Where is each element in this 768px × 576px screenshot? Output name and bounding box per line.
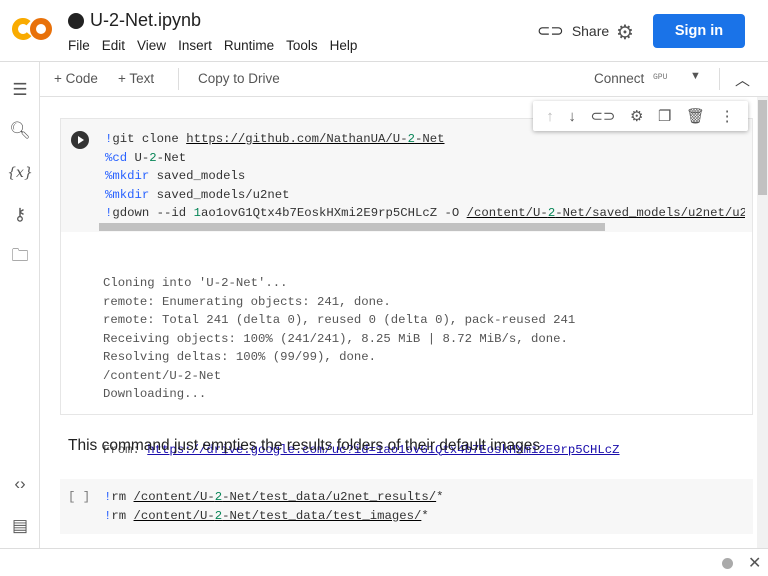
code-token: U- xyxy=(127,150,150,165)
code-line: %mkdir saved_models/u2net xyxy=(105,186,745,205)
code-token: rm xyxy=(111,508,134,523)
code-token: * xyxy=(421,508,429,523)
notebook-toolbar: + Code + Text Copy to Drive Connect GPU … xyxy=(40,62,768,97)
code-token: gdown --id xyxy=(112,206,194,220)
code-token: /content/U- xyxy=(466,206,548,220)
output-line: Resolving deltas: 100% (99/99), done. xyxy=(103,350,377,364)
execution-marker[interactable]: [ ] xyxy=(68,488,90,507)
code-cell[interactable]: !git clone https://github.com/NathanUA/U… xyxy=(60,118,753,531)
table-of-contents-icon[interactable]: ☰ xyxy=(9,79,31,101)
menu-help[interactable]: Help xyxy=(330,38,358,53)
code-token: saved_models xyxy=(149,169,246,183)
output-line: Receiving objects: 100% (241/241), 8.25 … xyxy=(103,331,568,346)
code-token: 2 xyxy=(149,150,157,165)
code-token: 1 xyxy=(193,206,201,220)
connect-dropdown-icon[interactable]: ▼ xyxy=(690,70,701,82)
code-snippets-icon[interactable]: ‹› xyxy=(9,473,31,495)
menu-bar: File Edit View Insert Runtime Tools Help xyxy=(68,38,357,53)
link-icon[interactable]: ⊂⊃ xyxy=(590,107,615,125)
status-dot-icon xyxy=(722,558,733,569)
code-token: -Net/saved_models/u2net/u2net.pth xyxy=(555,206,745,220)
text-cell[interactable]: This command just empties the results fo… xyxy=(68,437,540,455)
code-line: !rm /content/U-2-Net/test_data/u2net_res… xyxy=(104,488,444,507)
search-icon[interactable]: 🔍︎ xyxy=(9,120,31,142)
code-token: https://github.com/NathanUA/U- xyxy=(186,132,408,146)
code-token: 2 xyxy=(214,508,223,523)
code-token: -Net xyxy=(156,150,187,165)
cell-toolbar: ↑ ↓ ⊂⊃ ⚙ ❐ 🗑︎ ⋮ xyxy=(533,101,748,131)
menu-tools[interactable]: Tools xyxy=(286,38,318,53)
add-text-button[interactable]: + Text xyxy=(118,71,154,86)
gear-icon[interactable]: ⚙ xyxy=(630,107,643,125)
code-token: %cd xyxy=(105,150,128,165)
run-cell-play-icon[interactable] xyxy=(71,131,89,149)
menu-runtime[interactable]: Runtime xyxy=(224,38,274,53)
key-icon[interactable]: ⚷ xyxy=(9,204,31,226)
code-token: /content/U- xyxy=(133,508,215,523)
code-line: %mkdir saved_models xyxy=(105,167,745,186)
mirror-cell-icon[interactable]: ❐ xyxy=(658,107,671,125)
code-token: %mkdir xyxy=(105,187,150,202)
notebook-name[interactable]: U-2-Net.ipynb xyxy=(90,10,201,31)
move-down-icon[interactable]: ↓ xyxy=(568,108,576,125)
output-line: Cloning into 'U-2-Net'... xyxy=(103,276,288,290)
link-icon: ⊂⊃ xyxy=(537,23,564,40)
status-bar: ✕ xyxy=(0,548,768,576)
menu-file[interactable]: File xyxy=(68,38,90,53)
connect-button[interactable]: Connect xyxy=(594,71,644,86)
code-lines[interactable]: !git clone https://github.com/NathanUA/U… xyxy=(105,130,745,223)
code-token: saved_models/u2net xyxy=(149,187,290,202)
code-lines[interactable]: !rm /content/U-2-Net/test_data/u2net_res… xyxy=(104,488,444,525)
app-header: U-2-Net.ipynb File Edit View Insert Runt… xyxy=(0,0,768,62)
left-sidebar: ☰ 🔍︎ {x} ⚷ 🗀 ‹› ▤ xyxy=(0,62,40,548)
copy-to-drive-button[interactable]: Copy to Drive xyxy=(198,71,280,86)
terminal-icon[interactable]: ▤ xyxy=(9,515,31,537)
horizontal-scrollbar[interactable] xyxy=(99,223,605,231)
gpu-label: GPU xyxy=(653,73,668,82)
code-token: -Net xyxy=(414,132,445,146)
code-token: %mkdir xyxy=(105,169,150,183)
output-line: /content/U-2-Net xyxy=(103,368,222,383)
code-token: /content/U- xyxy=(133,490,215,504)
share-label: Share xyxy=(571,23,610,39)
divider xyxy=(178,68,179,90)
code-token: git clone xyxy=(112,132,187,146)
code-cell[interactable]: [ ] !rm /content/U-2-Net/test_data/u2net… xyxy=(60,479,753,534)
code-token: 2 xyxy=(214,490,223,504)
code-token: ao1ovG1Qtx4b7EoskHXmi2E9rp5CHLcZ -O xyxy=(200,206,467,220)
notebook-title[interactable]: U-2-Net.ipynb xyxy=(68,10,201,31)
code-token: * xyxy=(436,490,444,504)
move-up-icon[interactable]: ↑ xyxy=(546,108,554,125)
output-line: Downloading... xyxy=(103,387,207,401)
collapse-header-icon[interactable]: ︿ xyxy=(735,69,750,90)
menu-insert[interactable]: Insert xyxy=(178,38,212,53)
menu-edit[interactable]: Edit xyxy=(102,38,125,53)
code-line: !git clone https://github.com/NathanUA/U… xyxy=(105,130,745,149)
code-line: %cd U-2-Net xyxy=(105,149,745,168)
settings-gear-icon[interactable]: ⚙ xyxy=(616,20,634,45)
code-token: 2 xyxy=(407,132,415,146)
delete-trash-icon[interactable]: 🗑︎ xyxy=(686,107,705,125)
variables-icon[interactable]: {x} xyxy=(7,162,33,184)
code-line: !rm /content/U-2-Net/test_data/test_imag… xyxy=(104,507,444,526)
folder-icon[interactable]: 🗀 xyxy=(9,246,31,268)
github-icon xyxy=(68,12,84,29)
close-icon[interactable]: ✕ xyxy=(748,553,761,573)
add-code-button[interactable]: + Code xyxy=(54,71,98,86)
code-line: !gdown --id 1ao1ovG1Qtx4b7EoskHXmi2E9rp5… xyxy=(105,204,745,223)
colab-logo[interactable] xyxy=(12,14,54,44)
divider xyxy=(719,68,720,90)
output-line: remote: Enumerating objects: 241, done. xyxy=(103,294,391,309)
share-button[interactable]: ⊂⊃ Share xyxy=(537,21,609,41)
code-token: -Net/test_data/test_images/ xyxy=(222,508,422,523)
scrollbar-thumb[interactable] xyxy=(758,100,767,195)
menu-view[interactable]: View xyxy=(137,38,166,53)
code-editor[interactable]: !git clone https://github.com/NathanUA/U… xyxy=(61,119,752,232)
sign-in-button[interactable]: Sign in xyxy=(653,14,745,48)
output-line: remote: Total 241 (delta 0), reused 0 (d… xyxy=(103,313,576,327)
more-vert-icon[interactable]: ⋮ xyxy=(720,107,735,125)
code-token: rm xyxy=(111,490,134,504)
code-token: -Net/test_data/u2net_results/ xyxy=(222,490,437,504)
